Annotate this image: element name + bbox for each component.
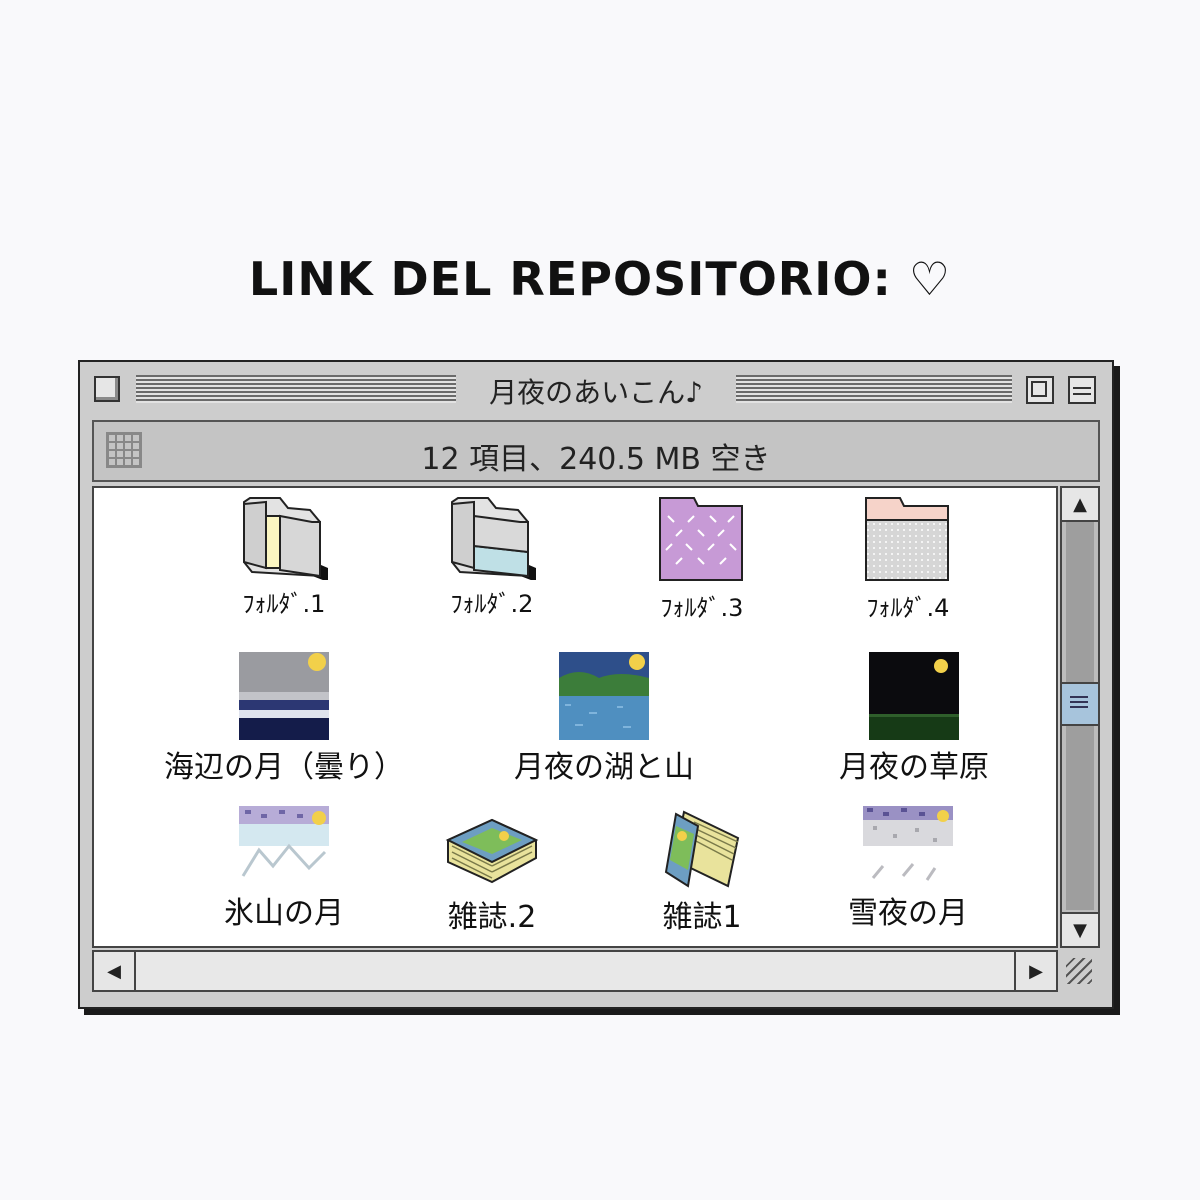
- item-label: ﾌｫﾙﾀﾞ.1: [242, 590, 326, 618]
- repository-link-heading[interactable]: LINK DEL REPOSITORIO: ♡: [0, 252, 1200, 306]
- item-label: 雑誌.2: [447, 900, 537, 935]
- item-label: 月夜の草原: [839, 750, 989, 785]
- item-label: ﾌｫﾙﾀﾞ.4: [866, 594, 950, 622]
- folder-4[interactable]: ﾌｫﾙﾀﾞ.4: [828, 492, 988, 623]
- picture-iceberg-moon[interactable]: 氷山の月: [204, 806, 364, 932]
- title-bar[interactable]: 月夜のあいこん♪: [86, 368, 1106, 412]
- magazine-1[interactable]: 雑誌1: [622, 806, 782, 936]
- vertical-scrollbar[interactable]: ▲ ▼: [1060, 486, 1100, 948]
- title-bar-stripes: [736, 375, 1012, 403]
- scroll-down-arrow-icon[interactable]: ▼: [1062, 912, 1098, 946]
- item-label: ﾌｫﾙﾀﾞ.3: [660, 594, 744, 622]
- picture-icon: [863, 806, 953, 881]
- folder-1[interactable]: ﾌｫﾙﾀﾞ.1: [204, 492, 364, 619]
- picture-seaside-moon[interactable]: 海辺の月（曇り）: [144, 652, 424, 786]
- item-label: ﾌｫﾙﾀﾞ.2: [450, 590, 534, 618]
- picture-moonlit-meadow[interactable]: 月夜の草原: [814, 652, 1014, 786]
- picture-icon: [239, 652, 329, 740]
- magazine-icon: [664, 810, 740, 888]
- folder-3[interactable]: ﾌｫﾙﾀﾞ.3: [622, 492, 782, 623]
- close-box[interactable]: [94, 376, 120, 402]
- horizontal-scrollbar[interactable]: ◀ ▶: [92, 950, 1058, 992]
- picture-icon: [559, 652, 649, 740]
- scroll-up-arrow-icon[interactable]: ▲: [1062, 488, 1098, 522]
- magazine-icon: [445, 818, 539, 884]
- scroll-thumb[interactable]: [1062, 682, 1098, 726]
- folder-icon: [451, 497, 536, 580]
- collapse-box[interactable]: [1068, 376, 1096, 404]
- picture-lake-mountain[interactable]: 月夜の湖と山: [474, 652, 734, 786]
- item-label: 海辺の月（曇り）: [164, 750, 404, 785]
- magazine-2[interactable]: 雑誌.2: [412, 806, 572, 936]
- item-label: 雑誌1: [662, 900, 742, 935]
- folder-icon: [243, 497, 328, 580]
- icon-view: ﾌｫﾙﾀﾞ.1 ﾌｫﾙﾀﾞ.2 ﾌｫﾙﾀﾞ.3 ﾌｫﾙﾀﾞ.4 海辺の月（曇り）…: [92, 486, 1058, 948]
- item-label: 氷山の月: [224, 896, 344, 931]
- folder-icon: [659, 497, 743, 581]
- item-label: 雪夜の月: [848, 896, 968, 931]
- finder-window: 月夜のあいこん♪ 12 項目、240.5 MB 空き ﾌｫﾙﾀﾞ.1 ﾌｫﾙﾀﾞ…: [78, 360, 1114, 1009]
- window-title: 月夜のあいこん♪: [456, 371, 736, 411]
- info-bar: 12 項目、240.5 MB 空き: [92, 420, 1100, 482]
- picture-snowy-night-moon[interactable]: 雪夜の月: [828, 806, 988, 932]
- item-count-free-space: 12 項目、240.5 MB 空き: [421, 442, 771, 477]
- folder-2[interactable]: ﾌｫﾙﾀﾞ.2: [412, 492, 572, 619]
- zoom-box[interactable]: [1026, 376, 1054, 404]
- folder-icon: [865, 497, 949, 581]
- resize-grip-icon[interactable]: [1060, 950, 1100, 992]
- picture-icon: [239, 806, 329, 877]
- scroll-right-arrow-icon[interactable]: ▶: [1014, 952, 1056, 990]
- item-label: 月夜の湖と山: [514, 750, 694, 785]
- title-bar-stripes: [136, 375, 456, 403]
- picture-icon: [869, 652, 959, 740]
- scroll-left-arrow-icon[interactable]: ◀: [94, 952, 136, 990]
